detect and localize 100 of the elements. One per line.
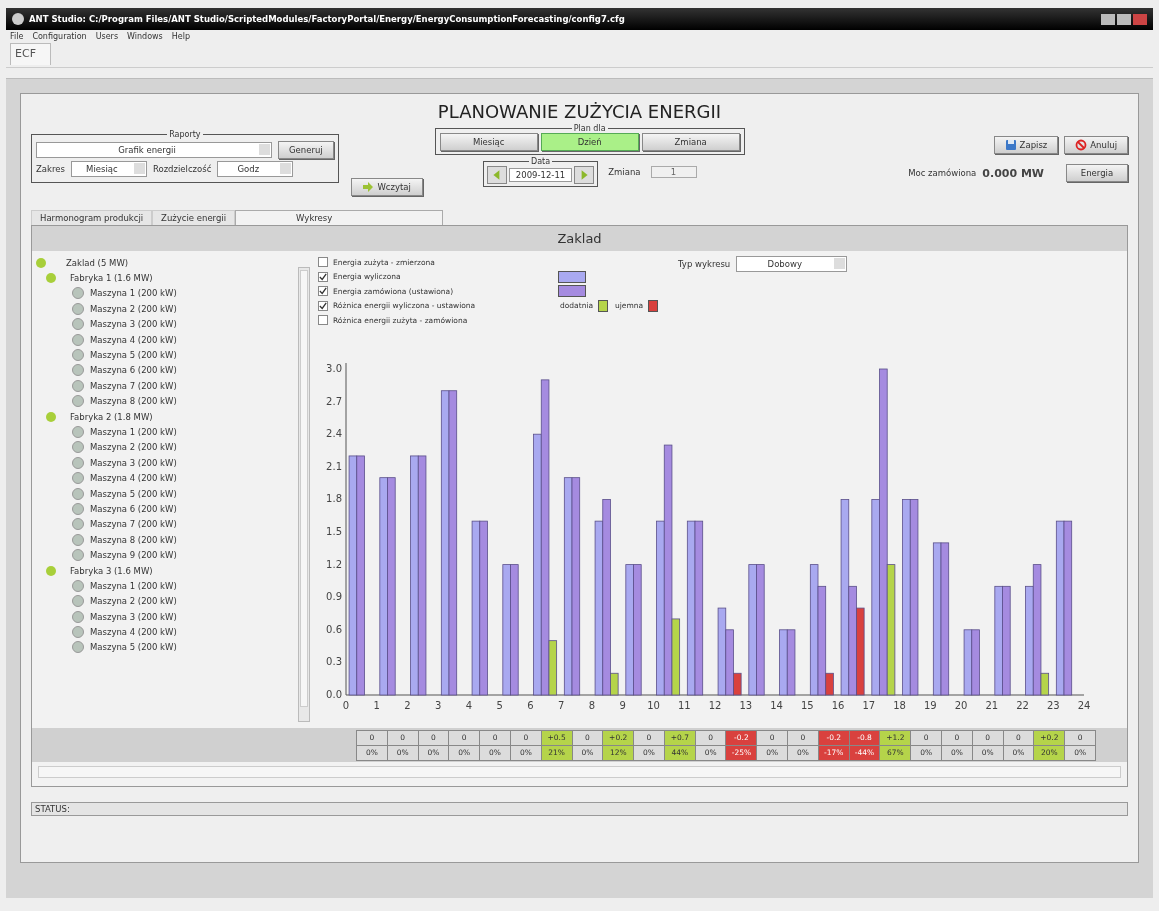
tree-item[interactable]: Maszyna 2 (200 kW) — [90, 303, 177, 314]
bar — [786, 629, 796, 696]
tree-item[interactable]: Maszyna 2 (200 kW) — [90, 442, 177, 453]
group-legend: Plan dla — [571, 124, 608, 133]
tree-item[interactable]: Maszyna 1 (200 kW) — [90, 288, 177, 299]
tab[interactable]: Wykresy — [235, 210, 444, 225]
tree-item[interactable]: Maszyna 8 (200 kW) — [90, 534, 177, 545]
machine-icon — [72, 641, 84, 654]
vertical-scrollbar[interactable] — [298, 267, 310, 722]
tree-item[interactable]: Maszyna 7 (200 kW) — [90, 519, 177, 530]
machine-icon — [72, 364, 84, 377]
tree-item[interactable]: Maszyna 7 (200 kW) — [90, 380, 177, 391]
report-dropdown[interactable]: Grafik energii — [36, 142, 272, 158]
next-button[interactable] — [574, 166, 595, 184]
tree-item[interactable]: Zaklad (5 MW) — [66, 257, 129, 268]
tab[interactable]: Harmonogram produkcji — [31, 210, 153, 225]
y-tick-label: 0.3 — [326, 656, 342, 668]
horizontal-scrollbar[interactable] — [38, 766, 1121, 778]
tree-node-icon[interactable] — [36, 257, 46, 268]
load-button[interactable]: Wczytaj — [350, 178, 423, 196]
tree-item[interactable]: Fabryka 1 (1.6 MW) — [70, 273, 153, 284]
machine-icon — [72, 549, 84, 562]
tree-item[interactable]: Maszyna 4 (200 kW) — [90, 627, 177, 638]
machine-icon — [72, 610, 84, 623]
tree-item[interactable]: Maszyna 4 (200 kW) — [90, 473, 177, 484]
tree-item[interactable]: Fabryka 3 (1.6 MW) — [70, 565, 153, 576]
x-tick-label: 24 — [1077, 700, 1091, 711]
x-tick-label: 2 — [404, 700, 411, 711]
x-tick-label: 5 — [496, 700, 503, 711]
document-tab[interactable]: ECF — [10, 43, 51, 65]
x-tick-label: 18 — [893, 700, 906, 711]
tree-item[interactable]: Fabryka 2 (1.8 MW) — [70, 411, 153, 422]
y-tick-label: 2.4 — [326, 428, 342, 440]
y-tick-label: 1.2 — [326, 558, 342, 570]
y-tick-label: 0.9 — [326, 591, 342, 603]
menu-item[interactable]: Users — [95, 32, 119, 41]
tree-item[interactable]: Maszyna 5 (200 kW) — [90, 350, 177, 361]
tab[interactable]: Zużycie energii — [152, 210, 236, 225]
tree-node-icon[interactable] — [46, 411, 56, 422]
machine-icon — [72, 349, 84, 362]
x-tick-label: 4 — [465, 700, 473, 711]
tree-node-icon[interactable] — [46, 273, 56, 284]
window-controls-icon[interactable] — [1101, 13, 1147, 25]
tree-item[interactable]: Maszyna 3 (200 kW) — [90, 457, 177, 468]
x-tick-label: 9 — [619, 700, 626, 711]
menu-item[interactable]: Configuration — [32, 32, 87, 41]
y-tick-label: 1.5 — [326, 526, 342, 537]
resolution-label: Rozdzielczość — [152, 164, 212, 174]
tree-item[interactable]: Maszyna 5 (200 kW) — [90, 642, 177, 653]
machine-icon — [72, 579, 84, 592]
tree-item[interactable]: Maszyna 9 (200 kW) — [90, 550, 177, 561]
checkbox[interactable] — [318, 300, 328, 311]
x-tick-label: 21 — [985, 700, 999, 711]
tree-item[interactable]: Maszyna 4 (200 kW) — [90, 334, 177, 345]
tree-item[interactable]: Maszyna 2 (200 kW) — [90, 596, 177, 607]
status-bar: STATUS: — [31, 802, 1128, 816]
save-button[interactable]: Zapisz — [993, 136, 1059, 154]
plan-option-button[interactable]: Miesiąc — [439, 133, 538, 151]
menu-item[interactable]: Windows — [127, 32, 163, 41]
tree-item[interactable]: Maszyna 6 (200 kW) — [90, 503, 177, 514]
tree-item[interactable]: Maszyna 3 (200 kW) — [90, 319, 177, 330]
x-tick-label: 11 — [677, 700, 691, 711]
tree-item[interactable]: Maszyna 3 (200 kW) — [90, 611, 177, 622]
plan-option-button[interactable]: Dzień — [540, 133, 639, 151]
previous-button[interactable] — [486, 166, 507, 184]
machine-icon — [72, 333, 84, 346]
chart-type-dropdown[interactable]: Dobowy — [736, 256, 848, 272]
menu-item[interactable]: Help — [171, 32, 191, 41]
x-tick-label: 22 — [1016, 700, 1029, 711]
machine-icon — [72, 318, 84, 331]
tree-item[interactable]: Maszyna 1 (200 kW) — [90, 580, 177, 591]
date-field[interactable]: 2009-12-11 — [508, 168, 573, 182]
tree-item[interactable]: Maszyna 8 (200 kW) — [90, 396, 177, 407]
plan-option-button[interactable]: Zmiana — [641, 133, 740, 151]
checkbox[interactable] — [318, 286, 328, 297]
tree-item[interactable]: Maszyna 6 (200 kW) — [90, 365, 177, 376]
group-legend: Data — [529, 157, 553, 166]
app-icon — [12, 13, 24, 25]
energy-button[interactable]: Energia — [1066, 164, 1128, 182]
machine-icon — [72, 426, 84, 438]
machine-icon — [72, 472, 84, 485]
tree-item[interactable]: Maszyna 5 (200 kW) — [90, 488, 177, 499]
x-tick-label: 19 — [923, 700, 937, 711]
checkbox[interactable] — [318, 271, 328, 282]
checkbox[interactable] — [318, 257, 328, 268]
checkbox[interactable] — [318, 315, 328, 326]
tree-node-icon[interactable] — [46, 565, 56, 576]
range-label: Zakres — [36, 164, 65, 174]
machine-icon — [72, 287, 84, 300]
x-tick-label: 23 — [1046, 700, 1060, 711]
x-tick-label: 13 — [739, 700, 753, 711]
ordered-power-value: 0.000 MW — [982, 166, 1044, 180]
menu-item[interactable]: File — [10, 32, 24, 41]
cancel-button[interactable]: Anuluj — [1064, 136, 1128, 154]
tree-item[interactable]: Maszyna 1 (200 kW) — [90, 427, 177, 437]
no-entry-icon — [1075, 139, 1088, 151]
generate-button[interactable]: Generuj — [278, 141, 334, 159]
range-dropdown[interactable]: Miesiąc — [70, 161, 147, 177]
x-tick-label: 6 — [527, 700, 534, 711]
resolution-dropdown[interactable]: Godz — [217, 161, 294, 177]
